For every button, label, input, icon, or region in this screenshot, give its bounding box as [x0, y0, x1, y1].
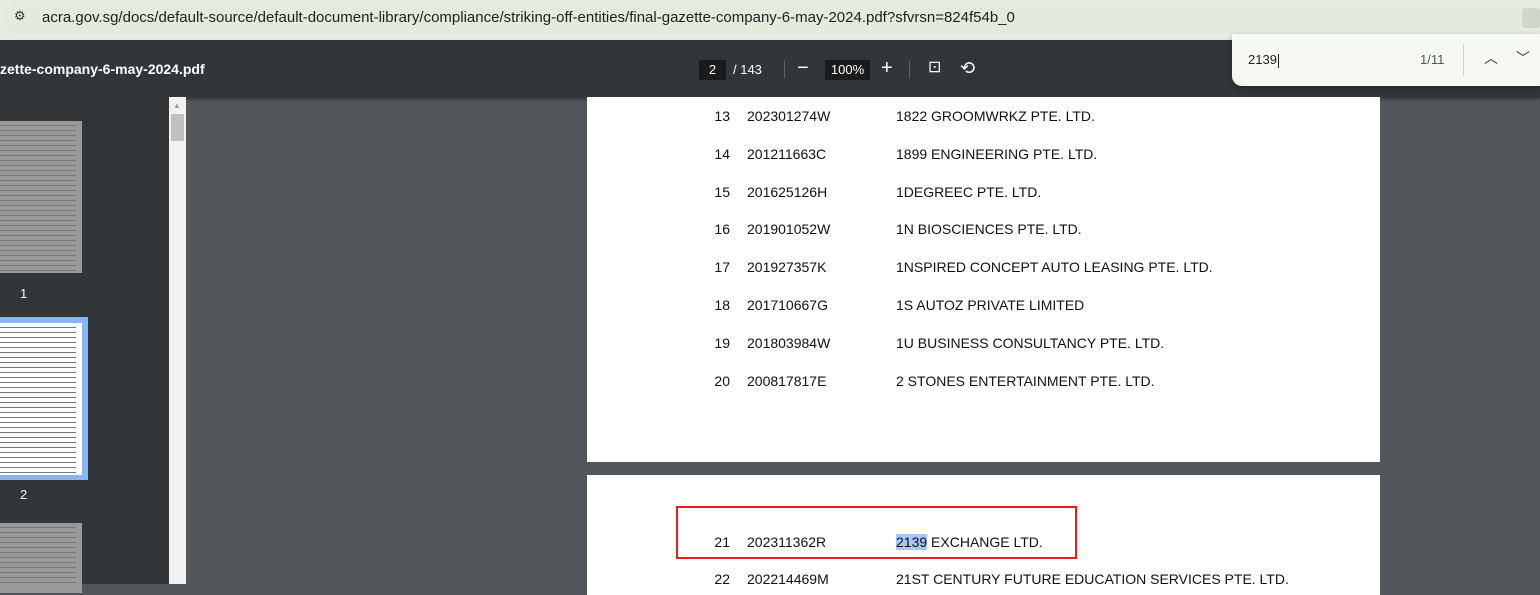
entity-name: 1N BIOSCIENCES PTE. LTD.: [896, 221, 1082, 238]
pdf-page-2: 13 202301274W 1822 GROOMWRKZ PTE. LTD. 14 20…: [587, 97, 1380, 462]
entity-name: 1DEGREEC PTE. LTD.: [896, 183, 1042, 200]
entity-uen: 201211663C: [747, 145, 827, 162]
entity-name: 2 STONES ENTERTAINMENT PTE. LTD.: [896, 372, 1155, 389]
find-query: 2139: [1248, 52, 1277, 67]
zoom-out-button[interactable]: −: [797, 56, 809, 80]
row-number: 14: [714, 145, 730, 162]
page-number-input[interactable]: 2: [699, 60, 726, 80]
rotate-icon[interactable]: ⟲: [960, 56, 975, 80]
row-number: 22: [714, 571, 730, 587]
find-bar: 2139 1/11 ︿ ﹀: [1232, 34, 1540, 86]
scroll-up-icon[interactable]: ▲: [173, 101, 181, 110]
thumbnail-page-2[interactable]: [0, 323, 82, 475]
annotation-highlight-box: [676, 506, 1077, 559]
entity-name: 1NSPIRED CONCEPT AUTO LEASING PTE. LTD.: [896, 259, 1213, 276]
entity-uen: 201927357K: [747, 259, 827, 276]
thumbnail-label: 1: [20, 286, 28, 301]
row-number: 15: [714, 183, 730, 200]
thumbnail-page-3[interactable]: [0, 523, 82, 593]
row-number: 17: [714, 259, 730, 276]
entity-uen: 201901052W: [747, 221, 831, 238]
scrollbar-thumb[interactable]: [171, 114, 184, 141]
row-number: 16: [714, 221, 730, 238]
site-info-icon[interactable]: ⚙: [14, 8, 34, 28]
sidebar-scrollbar[interactable]: ▲: [169, 97, 186, 584]
thumbnail-sidebar: 1 2: [0, 97, 169, 593]
entity-uen: 202214469M: [747, 571, 829, 587]
fit-page-icon[interactable]: ⊡: [928, 56, 941, 80]
entity-name: 1822 GROOMWRKZ PTE. LTD.: [896, 108, 1095, 124]
row-number: 18: [714, 297, 730, 313]
url-text[interactable]: acra.gov.sg/docs/default-source/default-…: [42, 9, 1015, 26]
row-number: 20: [714, 372, 730, 389]
thumbnail-label: 2: [20, 487, 28, 502]
entity-uen: 200817817E: [747, 372, 827, 389]
entity-uen: 202301274W: [747, 108, 831, 124]
zoom-in-button[interactable]: +: [881, 56, 893, 80]
entity-uen: 201803984W: [747, 334, 831, 351]
entity-name: 1U BUSINESS CONSULTANCY PTE. LTD.: [896, 334, 1165, 351]
entity-name: 21ST CENTURY FUTURE EDUCATION SERVICES P…: [896, 571, 1289, 587]
match-count: 1/11: [1420, 52, 1445, 67]
entity-name: 1899 ENGINEERING PTE. LTD.: [896, 145, 1098, 162]
entity-uen: 201710667G: [747, 297, 828, 313]
text-caret: [1277, 53, 1279, 68]
divider: [1463, 44, 1464, 76]
page-total: / 143: [733, 62, 762, 77]
divider: [909, 60, 910, 78]
row-number: 19: [714, 334, 730, 351]
divider: [784, 60, 785, 78]
entity-name: 1S AUTOZ PRIVATE LIMITED: [896, 297, 1085, 313]
zoom-input[interactable]: 100%: [825, 60, 870, 80]
lens-icon[interactable]: [1522, 8, 1540, 28]
find-input[interactable]: 2139: [1248, 52, 1279, 68]
entity-uen: 201625126H: [747, 183, 828, 200]
previous-match-button[interactable]: ︿: [1484, 48, 1498, 68]
row-number: 13: [714, 108, 730, 124]
file-name: zette-company-6-may-2024.pdf: [0, 61, 205, 77]
next-match-button[interactable]: ﹀: [1516, 48, 1530, 68]
thumbnail-page-1[interactable]: [0, 121, 82, 273]
